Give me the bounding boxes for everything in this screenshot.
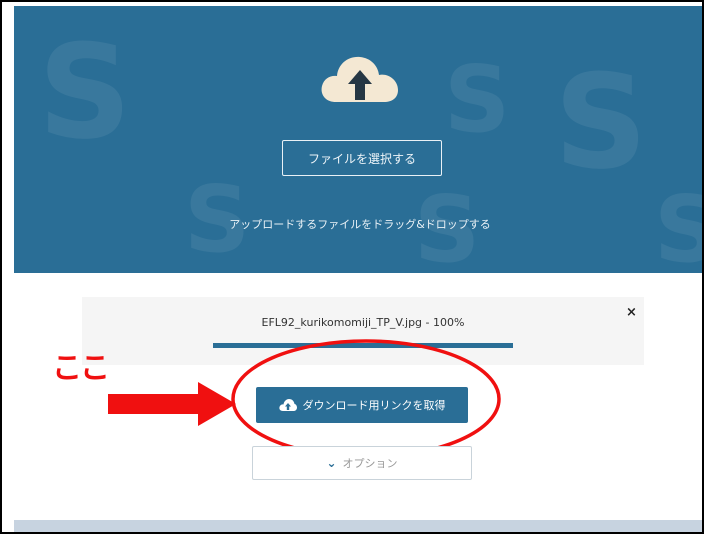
watermark-logo: S — [554, 46, 648, 198]
file-progress-label: EFL92_kurikomomiji_TP_V.jpg - 100% — [261, 316, 465, 329]
chevron-down-icon: ⌄ — [326, 456, 337, 470]
cloud-upload-icon — [321, 56, 398, 102]
options-button[interactable]: ⌄ オプション — [252, 446, 472, 480]
watermark-logo: S — [38, 16, 132, 168]
drag-drop-hint: アップロードするファイルをドラッグ&ドロップする — [229, 218, 491, 231]
options-label: オプション — [342, 457, 398, 470]
select-file-button[interactable]: ファイルを選択する — [282, 140, 442, 176]
watermark-logo: S — [654, 176, 702, 273]
annotation-arrow-icon — [108, 382, 236, 426]
footer-strip — [14, 520, 702, 532]
close-icon[interactable]: × — [626, 305, 637, 320]
annotation-label: ここ — [52, 351, 110, 386]
app-frame: S S S S S S ファイルを選択する アップロードするファイルをドラッグ&… — [0, 0, 704, 534]
watermark-logo: S — [444, 46, 510, 153]
annotation-highlight-ellipse — [231, 339, 501, 459]
upload-drop-zone[interactable]: S S S S S S ファイルを選択する アップロードするファイルをドラッグ&… — [14, 6, 702, 273]
